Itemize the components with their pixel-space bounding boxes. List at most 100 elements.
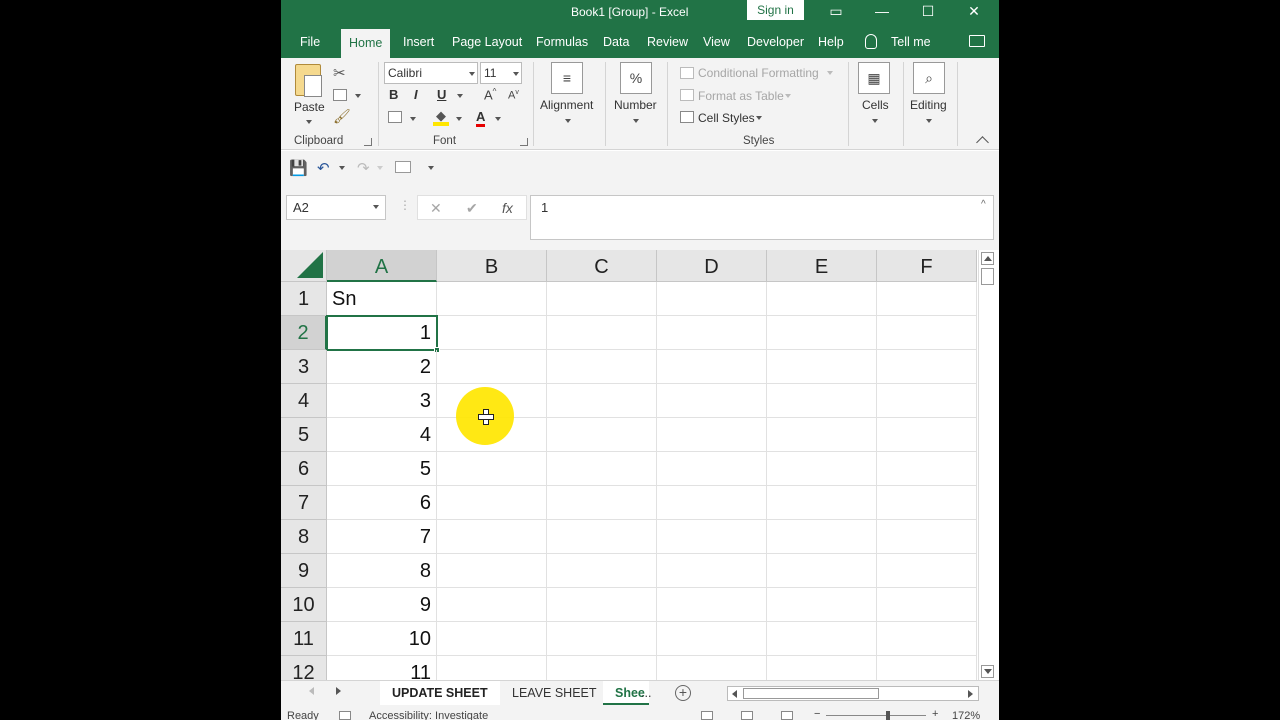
cell-d9[interactable] xyxy=(657,554,767,588)
cell-c8[interactable] xyxy=(547,520,657,554)
cell-f11[interactable] xyxy=(877,622,977,656)
cell-e11[interactable] xyxy=(767,622,877,656)
cell-c7[interactable] xyxy=(547,486,657,520)
scroll-up-icon[interactable] xyxy=(981,252,994,265)
font-launcher-icon[interactable] xyxy=(520,138,528,146)
cell-f2[interactable] xyxy=(877,316,977,350)
cell-d5[interactable] xyxy=(657,418,767,452)
tab-developer[interactable]: Developer xyxy=(747,35,804,49)
cell-b6[interactable] xyxy=(437,452,547,486)
copy-dropdown-icon[interactable] xyxy=(355,94,361,98)
cell-e2[interactable] xyxy=(767,316,877,350)
cell-a10[interactable]: 9 xyxy=(327,588,437,622)
page-break-view-icon[interactable] xyxy=(781,711,793,720)
cell-b8[interactable] xyxy=(437,520,547,554)
scroll-left-icon[interactable] xyxy=(732,690,737,698)
italic-button[interactable]: I xyxy=(414,87,418,102)
zoom-out-icon[interactable]: − xyxy=(814,708,820,720)
cell-e8[interactable] xyxy=(767,520,877,554)
row-header[interactable]: 2 xyxy=(281,316,327,350)
cell-c3[interactable] xyxy=(547,350,657,384)
cell-d3[interactable] xyxy=(657,350,767,384)
cell-a5[interactable]: 4 xyxy=(327,418,437,452)
font-family-select[interactable]: Calibri xyxy=(384,62,478,84)
cell-e3[interactable] xyxy=(767,350,877,384)
cell-e9[interactable] xyxy=(767,554,877,588)
accessibility-status[interactable]: Accessibility: Investigate xyxy=(369,710,488,720)
alignment-dropdown-icon[interactable] xyxy=(565,119,571,123)
cancel-icon[interactable]: ✕ xyxy=(430,200,442,217)
tab-data[interactable]: Data xyxy=(603,35,629,49)
cell-e6[interactable] xyxy=(767,452,877,486)
cell-b12[interactable] xyxy=(437,656,547,680)
cells-dropdown-icon[interactable] xyxy=(872,119,878,123)
cell-b10[interactable] xyxy=(437,588,547,622)
cell-c9[interactable] xyxy=(547,554,657,588)
insert-function-button[interactable]: fx xyxy=(502,200,513,216)
cell-d8[interactable] xyxy=(657,520,767,554)
column-header-e[interactable]: E xyxy=(767,250,877,282)
expand-formula-bar-icon[interactable]: ^ xyxy=(981,199,986,210)
zoom-level[interactable]: 172% xyxy=(952,710,980,720)
cells-icon[interactable]: ▦ xyxy=(858,62,890,94)
cell-d6[interactable] xyxy=(657,452,767,486)
paste-icon[interactable] xyxy=(295,64,322,97)
row-header[interactable]: 8 xyxy=(281,520,327,554)
cell-a1[interactable]: Sn xyxy=(327,282,437,316)
row-header[interactable]: 3 xyxy=(281,350,327,384)
cell-e10[interactable] xyxy=(767,588,877,622)
alignment-icon[interactable]: ≡ xyxy=(551,62,583,94)
cell-a6[interactable]: 5 xyxy=(327,452,437,486)
bold-button[interactable]: B xyxy=(389,87,398,102)
font-size-select[interactable]: 11 xyxy=(480,62,522,84)
sheet-tab-update-sheet[interactable]: UPDATE SHEET xyxy=(380,681,500,705)
cell-c6[interactable] xyxy=(547,452,657,486)
customize-qat-icon[interactable] xyxy=(428,166,434,170)
normal-view-icon[interactable] xyxy=(701,711,713,720)
cell-e4[interactable] xyxy=(767,384,877,418)
underline-dropdown-icon[interactable] xyxy=(457,94,463,98)
cell-e5[interactable] xyxy=(767,418,877,452)
copy-icon[interactable] xyxy=(333,89,347,101)
cut-icon[interactable]: ✂ xyxy=(333,64,346,82)
cell-b7[interactable] xyxy=(437,486,547,520)
cell-c4[interactable] xyxy=(547,384,657,418)
cell-e7[interactable] xyxy=(767,486,877,520)
cell-d2[interactable] xyxy=(657,316,767,350)
zoom-slider-thumb[interactable] xyxy=(886,711,890,720)
cell-d10[interactable] xyxy=(657,588,767,622)
cell-b2[interactable] xyxy=(437,316,547,350)
scroll-right-icon[interactable] xyxy=(968,690,973,698)
zoom-slider[interactable] xyxy=(826,715,926,716)
column-header-a[interactable]: A xyxy=(327,250,437,282)
row-header[interactable]: 1 xyxy=(281,282,327,316)
format-painter-icon[interactable]: 🖌 xyxy=(333,108,351,125)
cell-a7[interactable]: 6 xyxy=(327,486,437,520)
paste-button[interactable]: Paste xyxy=(294,100,325,114)
borders-dropdown-icon[interactable] xyxy=(410,117,416,121)
underline-button[interactable]: U xyxy=(437,87,446,102)
fill-color-icon[interactable]: ◆ xyxy=(433,108,449,126)
fill-color-dropdown-icon[interactable] xyxy=(456,117,462,121)
minimize-icon[interactable]: — xyxy=(859,0,905,25)
horizontal-scroll-thumb[interactable] xyxy=(743,688,879,699)
macro-record-icon[interactable] xyxy=(339,711,351,720)
ribbon-display-options-icon[interactable]: ▭ xyxy=(813,0,859,25)
font-size-dropdown-icon[interactable] xyxy=(513,72,519,76)
tab-home[interactable]: Home xyxy=(341,29,391,58)
tab-insert[interactable]: Insert xyxy=(403,35,434,49)
cell-styles-icon[interactable] xyxy=(680,111,694,123)
cell-a3[interactable]: 2 xyxy=(327,350,437,384)
undo-icon[interactable]: ↶ xyxy=(317,159,330,177)
cells-button[interactable]: Cells xyxy=(862,98,889,112)
tab-page-layout[interactable]: Page Layout xyxy=(452,35,522,49)
font-color-button[interactable]: A xyxy=(476,109,486,127)
row-header[interactable]: 10 xyxy=(281,588,327,622)
column-header-f[interactable]: F xyxy=(877,250,977,282)
collapse-ribbon-icon[interactable] xyxy=(976,136,989,149)
tell-me-search[interactable]: Tell me xyxy=(891,35,931,49)
alignment-button[interactable]: Alignment xyxy=(540,98,593,112)
editing-dropdown-icon[interactable] xyxy=(926,119,932,123)
vertical-scroll-thumb[interactable] xyxy=(981,268,994,285)
font-family-dropdown-icon[interactable] xyxy=(469,72,475,76)
